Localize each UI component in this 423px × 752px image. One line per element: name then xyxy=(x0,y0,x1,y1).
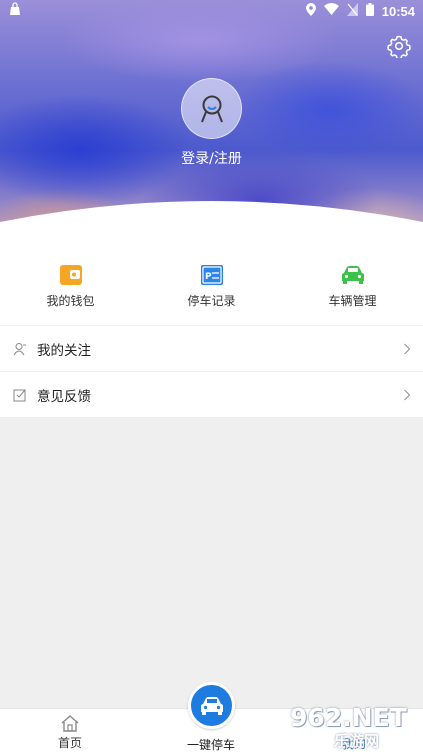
quick-item-label: 我的钱包 xyxy=(46,294,95,308)
quick-actions: 我的钱包 P 停车记录 车辆管理 xyxy=(0,250,423,325)
wallet-icon xyxy=(59,265,82,285)
nav-park-label: 一键停车 xyxy=(186,738,235,752)
settings-button[interactable] xyxy=(387,34,411,60)
watermark-big-text: 962.NET xyxy=(290,703,407,732)
header-curve xyxy=(0,201,423,250)
chevron-right-icon xyxy=(404,343,411,354)
wifi-icon xyxy=(323,3,339,19)
home-icon xyxy=(61,715,79,732)
quick-item-vehicle-management[interactable]: 车辆管理 xyxy=(282,250,423,325)
quick-item-label: 停车记录 xyxy=(187,294,236,308)
status-time: 10:54 xyxy=(381,3,415,19)
quick-item-wallet[interactable]: 我的钱包 xyxy=(0,250,141,325)
avatar-icon xyxy=(200,95,223,122)
watermark-small-text: 乐游网 xyxy=(334,732,380,750)
nav-home-label: 首页 xyxy=(57,736,82,750)
menu-item-my-follows[interactable]: 我的关注 xyxy=(0,326,423,372)
quick-item-label: 车辆管理 xyxy=(328,294,377,308)
menu-item-feedback[interactable]: 意见反馈 xyxy=(0,372,423,418)
one-click-parking-button[interactable] xyxy=(188,682,235,729)
nav-home[interactable]: 首页 xyxy=(0,709,140,752)
car-icon xyxy=(200,696,223,715)
no-sim-icon xyxy=(346,2,358,20)
bag-icon xyxy=(8,2,22,20)
watermark: 962.NET 乐游网 xyxy=(284,703,418,750)
login-register-link[interactable]: 登录/注册 xyxy=(0,148,423,168)
parking-record-icon: P xyxy=(200,265,223,285)
menu-item-label: 意见反馈 xyxy=(37,388,91,405)
gear-icon xyxy=(387,35,411,60)
quick-item-parking-records[interactable]: P 停车记录 xyxy=(141,250,282,325)
battery-icon xyxy=(365,2,374,20)
user-follow-icon xyxy=(13,342,26,355)
car-icon xyxy=(341,266,364,284)
status-bar: 10:54 xyxy=(0,0,423,22)
menu-list: 我的关注 意见反馈 xyxy=(0,326,423,418)
menu-item-label: 我的关注 xyxy=(37,342,91,359)
location-icon xyxy=(305,2,316,20)
feedback-icon xyxy=(13,389,26,401)
avatar[interactable] xyxy=(181,78,242,139)
svg-text:P: P xyxy=(205,272,212,282)
chevron-right-icon xyxy=(404,389,411,400)
